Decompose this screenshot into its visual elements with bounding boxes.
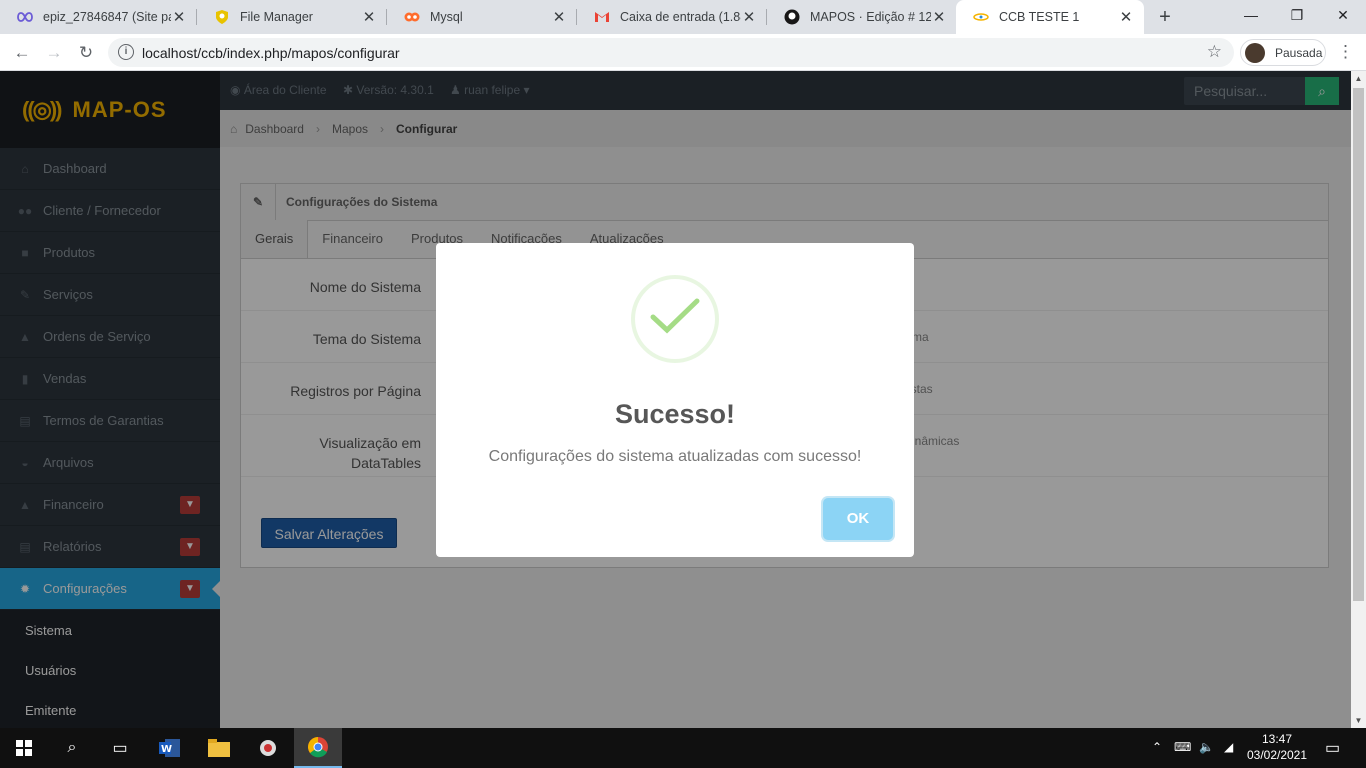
mapos-icon (973, 9, 989, 25)
windows-taskbar: ⌕ ▭ W ⌃ ⌨ 🔈 ◢ 13:47 03/02/2021 ▭ (0, 728, 1366, 768)
clock-time: 13:47 (1261, 732, 1293, 746)
reload-icon[interactable]: ↻ (74, 41, 98, 65)
clock-date: 03/02/2021 (1246, 748, 1308, 762)
success-check-icon (631, 275, 719, 363)
menu-kebab-icon[interactable]: ⋮ (1337, 42, 1354, 62)
tab-title: epiz_27846847 (Site pa (43, 10, 171, 24)
close-window-icon[interactable]: ✕ (1320, 0, 1366, 30)
file-explorer-icon[interactable] (195, 728, 243, 768)
scroll-up-icon[interactable]: ▲ (1351, 74, 1366, 83)
browser-tab-4[interactable]: Caixa de entrada (1.889 ✕ (577, 0, 767, 34)
browser-toolbar: ← → ↻ i localhost/ccb/index.php/mapos/co… (0, 34, 1366, 71)
cpanel-icon (404, 9, 420, 25)
avatar (1245, 42, 1265, 63)
scrollbar-thumb[interactable] (1353, 88, 1364, 601)
system-clock[interactable]: 13:47 03/02/2021 (1246, 731, 1308, 763)
scroll-down-icon[interactable]: ▼ (1351, 716, 1366, 725)
back-icon[interactable]: ← (10, 41, 34, 65)
notifications-icon[interactable]: ▭ (1325, 738, 1340, 758)
info-icon[interactable]: i (118, 44, 134, 60)
restore-icon[interactable]: ❐ (1274, 0, 1320, 30)
bookmark-star-icon[interactable]: ☆ (1207, 42, 1222, 62)
svg-text:W: W (161, 744, 172, 755)
gmail-icon (594, 9, 610, 25)
url-text[interactable]: localhost/ccb/index.php/mapos/configurar (142, 45, 400, 61)
tab-title: Mysql (430, 10, 463, 24)
tab-title: Caixa de entrada (1.889 (620, 10, 741, 24)
search-icon[interactable]: ⌕ (48, 728, 96, 768)
dialog-message: Configurações do sistema atualizadas com… (488, 448, 862, 465)
profile-label: Pausada (1275, 45, 1323, 60)
wifi-icon[interactable]: ◢ (1224, 740, 1233, 754)
tab-title: MAPOS · Edição # 1209 (810, 10, 931, 24)
word-icon[interactable]: W (146, 728, 194, 768)
vertical-scrollbar[interactable]: ▲ ▼ (1351, 71, 1366, 728)
close-tab-icon[interactable]: ✕ (931, 8, 947, 26)
browser-tab-2[interactable]: File Manager ✕ (197, 0, 387, 34)
chrome-icon[interactable] (294, 728, 342, 768)
minimize-icon[interactable]: — (1228, 0, 1274, 30)
tray-chevron-up-icon[interactable]: ⌃ (1152, 740, 1162, 754)
infinity-icon (17, 9, 33, 25)
browser-tabstrip: epiz_27846847 (Site pa ✕ File Manager ✕ … (0, 0, 1366, 34)
task-view-icon[interactable]: ▭ (96, 728, 144, 768)
success-dialog: Sucesso! Configurações do sistema atuali… (436, 243, 914, 557)
close-tab-icon[interactable]: ✕ (171, 8, 187, 26)
shield-icon (214, 9, 230, 25)
browser-tab-6-active[interactable]: CCB TESTE 1 ✕ (956, 0, 1144, 34)
forward-icon[interactable]: → (42, 41, 66, 65)
close-tab-icon[interactable]: ✕ (361, 8, 377, 26)
app-icon[interactable] (244, 728, 292, 768)
close-tab-icon[interactable]: ✕ (741, 8, 757, 26)
profile-button[interactable]: Pausada (1240, 39, 1326, 66)
tab-title: CCB TESTE 1 (999, 10, 1080, 24)
github-icon (784, 9, 800, 25)
address-bar[interactable]: i localhost/ccb/index.php/mapos/configur… (108, 38, 1234, 67)
close-tab-icon[interactable]: ✕ (551, 8, 567, 26)
tab-title: File Manager (240, 10, 313, 24)
volume-icon[interactable]: 🔈 (1199, 740, 1214, 754)
dialog-title: Sucesso! (614, 399, 736, 429)
windows-start-icon[interactable] (0, 728, 48, 768)
browser-tab-3[interactable]: Mysql ✕ (387, 0, 577, 34)
ok-button[interactable]: OK (823, 498, 893, 540)
browser-tab-5[interactable]: MAPOS · Edição # 1209 ✕ (767, 0, 957, 34)
close-tab-icon[interactable]: ✕ (1118, 8, 1134, 26)
keyboard-icon[interactable]: ⌨ (1174, 740, 1191, 754)
browser-tab-1[interactable]: epiz_27846847 (Site pa ✕ (0, 0, 197, 34)
new-tab-button[interactable]: + (1154, 6, 1176, 28)
